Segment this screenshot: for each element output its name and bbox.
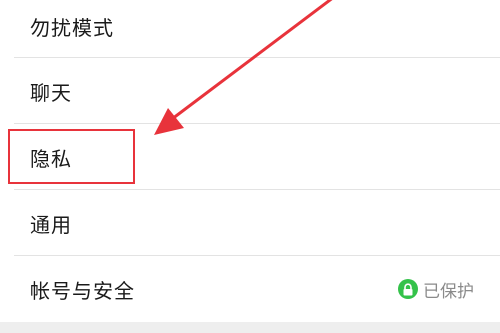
settings-item-label: 聊天 — [30, 80, 72, 105]
settings-item-general[interactable]: 通用 — [0, 190, 500, 256]
settings-item-do-not-disturb[interactable]: 勿扰模式 — [0, 0, 500, 58]
settings-item-chat[interactable]: 聊天 — [0, 58, 500, 124]
protection-status-text: 已保护 — [423, 281, 474, 302]
lock-icon — [398, 279, 418, 299]
settings-screen: 勿扰模式 聊天 隐私 通用 帐号与安全 已保护 — [0, 0, 500, 333]
settings-item-label: 通用 — [30, 212, 72, 237]
settings-item-privacy[interactable]: 隐私 — [0, 124, 500, 190]
settings-item-label: 帐号与安全 — [30, 278, 135, 303]
settings-item-label: 勿扰模式 — [30, 16, 114, 40]
protection-status: 已保护 — [398, 277, 474, 302]
settings-list: 勿扰模式 聊天 隐私 通用 帐号与安全 已保护 — [0, 0, 500, 322]
settings-item-account-security[interactable]: 帐号与安全 已保护 — [0, 256, 500, 322]
settings-item-label: 隐私 — [30, 146, 72, 171]
